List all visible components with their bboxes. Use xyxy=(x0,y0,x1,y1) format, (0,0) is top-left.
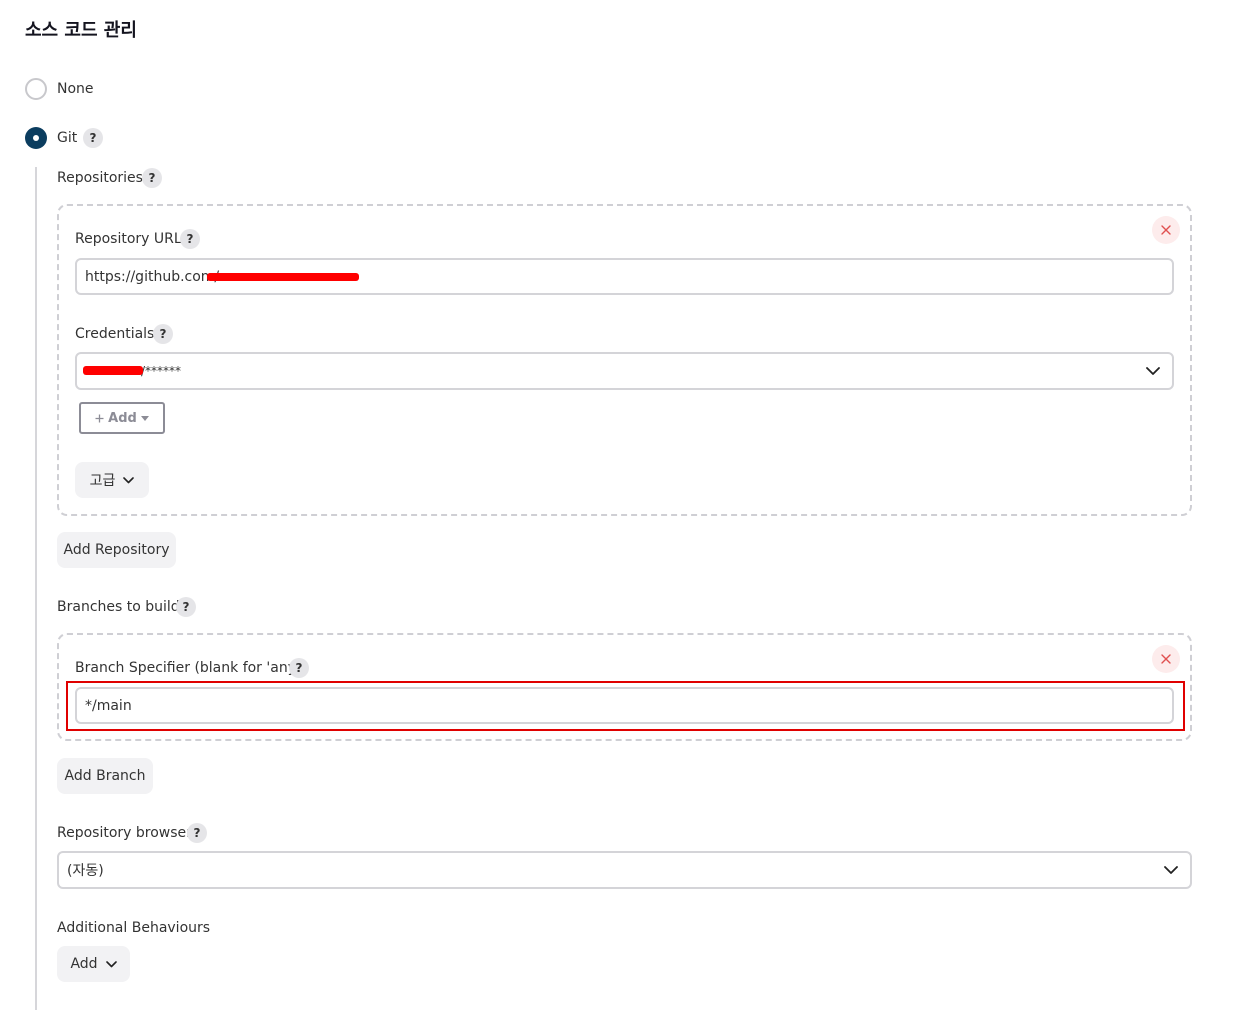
git-section-divider xyxy=(35,167,37,1010)
git-help-icon[interactable]: ? xyxy=(83,128,103,148)
radio-selected-dot xyxy=(33,135,39,141)
delete-repository-button[interactable] xyxy=(1152,216,1180,244)
credentials-select[interactable]: /****** xyxy=(75,352,1174,390)
additional-behaviours-label: Additional Behaviours xyxy=(57,920,211,936)
branches-help-icon[interactable]: ? xyxy=(176,597,196,617)
chevron-down-icon xyxy=(105,960,117,967)
close-icon xyxy=(1161,654,1171,664)
branch-specifier-input[interactable]: */main xyxy=(75,687,1174,724)
add-branch-label: Add Branch xyxy=(64,768,146,784)
radio-none-label[interactable]: None xyxy=(57,79,94,99)
repository-browser-value: (자동) xyxy=(67,863,104,879)
redaction-mark xyxy=(207,273,359,281)
chevron-down-icon xyxy=(1164,866,1178,874)
radio-git-label[interactable]: Git xyxy=(57,128,77,148)
branch-specifier-label: Branch Specifier (blank for 'any') xyxy=(75,660,306,676)
add-behaviour-label: Add xyxy=(70,956,98,972)
close-icon xyxy=(1161,225,1171,235)
add-credentials-button[interactable]: Add xyxy=(79,402,165,434)
repositories-help-icon[interactable]: ? xyxy=(142,168,162,188)
redaction-mark xyxy=(83,366,143,375)
add-branch-button[interactable]: Add Branch xyxy=(57,758,153,794)
caret-down-icon xyxy=(140,415,149,421)
credentials-help-icon[interactable]: ? xyxy=(153,324,173,344)
add-credentials-label: Add xyxy=(108,410,137,426)
repository-url-label: Repository URL xyxy=(75,231,182,247)
chevron-down-icon xyxy=(123,476,135,483)
advanced-label: 고급 xyxy=(89,473,116,489)
section-title: 소스 코드 관리 xyxy=(25,20,137,41)
credentials-label: Credentials xyxy=(75,326,155,342)
repository-browser-label: Repository browser xyxy=(57,825,192,841)
branch-specifier-help-icon[interactable]: ? xyxy=(289,658,309,678)
chevron-down-icon xyxy=(1146,367,1160,375)
add-repository-label: Add Repository xyxy=(63,542,170,558)
repository-url-help-icon[interactable]: ? xyxy=(180,229,200,249)
repository-url-value: https://github.com/ xyxy=(85,268,220,285)
advanced-button[interactable]: 고급 xyxy=(75,462,149,498)
branch-specifier-value: */main xyxy=(85,697,132,714)
repository-browser-help-icon[interactable]: ? xyxy=(187,823,207,843)
radio-git[interactable] xyxy=(25,127,47,149)
delete-branch-button[interactable] xyxy=(1152,645,1180,673)
radio-none[interactable] xyxy=(25,78,47,100)
repositories-label: Repositories xyxy=(57,170,143,186)
add-behaviour-button[interactable]: Add xyxy=(57,946,130,982)
branches-label: Branches to build xyxy=(57,599,180,615)
credentials-value: /****** xyxy=(141,364,182,378)
add-repository-button[interactable]: Add Repository xyxy=(57,532,176,568)
plus-icon xyxy=(95,414,104,422)
repository-browser-select[interactable]: (자동) xyxy=(57,851,1192,889)
